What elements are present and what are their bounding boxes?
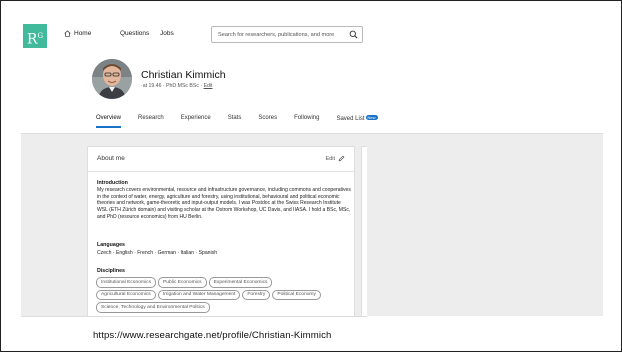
search-box[interactable] bbox=[211, 26, 363, 43]
disciplines-list: Institutional Economics Public Economics… bbox=[96, 277, 356, 315]
discipline-chip[interactable]: Political Economy bbox=[272, 289, 321, 300]
discipline-chip[interactable]: Irrigation and Water Management bbox=[157, 289, 241, 300]
profile-meta-text: ·at 19.46 · PhD MSc BSc · bbox=[141, 83, 204, 89]
slide-frame: RG Home Questions Jobs Christian Kimmich… bbox=[0, 0, 622, 352]
pencil-icon bbox=[338, 155, 345, 162]
disciplines-heading: Disciplines bbox=[97, 268, 125, 274]
search-icon[interactable] bbox=[349, 30, 358, 39]
side-card bbox=[361, 146, 367, 316]
researchgate-logo[interactable]: RG bbox=[23, 24, 47, 48]
about-edit-label: Edit bbox=[325, 155, 335, 162]
search-input[interactable] bbox=[218, 30, 346, 40]
about-title: About me bbox=[97, 155, 125, 162]
nav-home[interactable]: Home bbox=[64, 30, 91, 37]
tab-overview[interactable]: Overview bbox=[96, 115, 122, 129]
discipline-chip[interactable]: Agricultural Economics bbox=[96, 289, 156, 300]
profile-tabs: Overview Research Experience Stats Score… bbox=[96, 115, 395, 129]
introduction-heading: Introduction bbox=[97, 180, 128, 186]
profile-photo bbox=[92, 59, 132, 99]
tab-scores[interactable]: Scores bbox=[258, 115, 277, 129]
tab-saved-list-label: Saved List bbox=[336, 116, 365, 122]
tab-saved-list[interactable]: Saved List New bbox=[336, 115, 378, 129]
nav-jobs[interactable]: Jobs bbox=[160, 30, 174, 37]
introduction-text: My research covers environmental, resour… bbox=[97, 187, 351, 220]
about-edit-button[interactable]: Edit bbox=[326, 155, 345, 162]
nav-home-label: Home bbox=[74, 30, 92, 37]
card-divider bbox=[88, 171, 354, 172]
profile-edit-link[interactable]: Edit bbox=[204, 83, 213, 89]
top-nav: RG Home Questions Jobs bbox=[21, 22, 367, 50]
about-card: About me Edit Introduction My research c… bbox=[87, 146, 355, 316]
tab-experience[interactable]: Experience bbox=[181, 115, 211, 129]
screenshot-bottom-edge bbox=[21, 316, 367, 317]
tab-following[interactable]: Following bbox=[294, 115, 319, 129]
profile-name: Christian Kimmich bbox=[141, 69, 226, 81]
profile-meta: ·at 19.46 · PhD MSc BSc · Edit bbox=[141, 83, 213, 89]
discipline-chip[interactable]: Public Economics bbox=[158, 277, 207, 288]
languages-heading: Languages bbox=[97, 242, 125, 248]
tab-research[interactable]: Research bbox=[138, 115, 164, 129]
discipline-chip[interactable]: Institutional Economics bbox=[96, 277, 157, 288]
discipline-chip[interactable]: Science, Technology and Environmental Po… bbox=[96, 302, 210, 313]
languages-text: Czech · English · French · German · Ital… bbox=[97, 250, 218, 256]
nav-questions[interactable]: Questions bbox=[120, 30, 149, 37]
tab-stats[interactable]: Stats bbox=[228, 115, 242, 129]
discipline-chip[interactable]: Forestry bbox=[242, 289, 271, 300]
home-icon bbox=[64, 30, 71, 37]
source-url-caption[interactable]: https://www.researchgate.net/profile/Chr… bbox=[93, 330, 331, 341]
avatar[interactable] bbox=[92, 59, 132, 99]
new-badge: New bbox=[365, 115, 378, 120]
discipline-chip[interactable]: Experimental Economics bbox=[208, 277, 273, 288]
